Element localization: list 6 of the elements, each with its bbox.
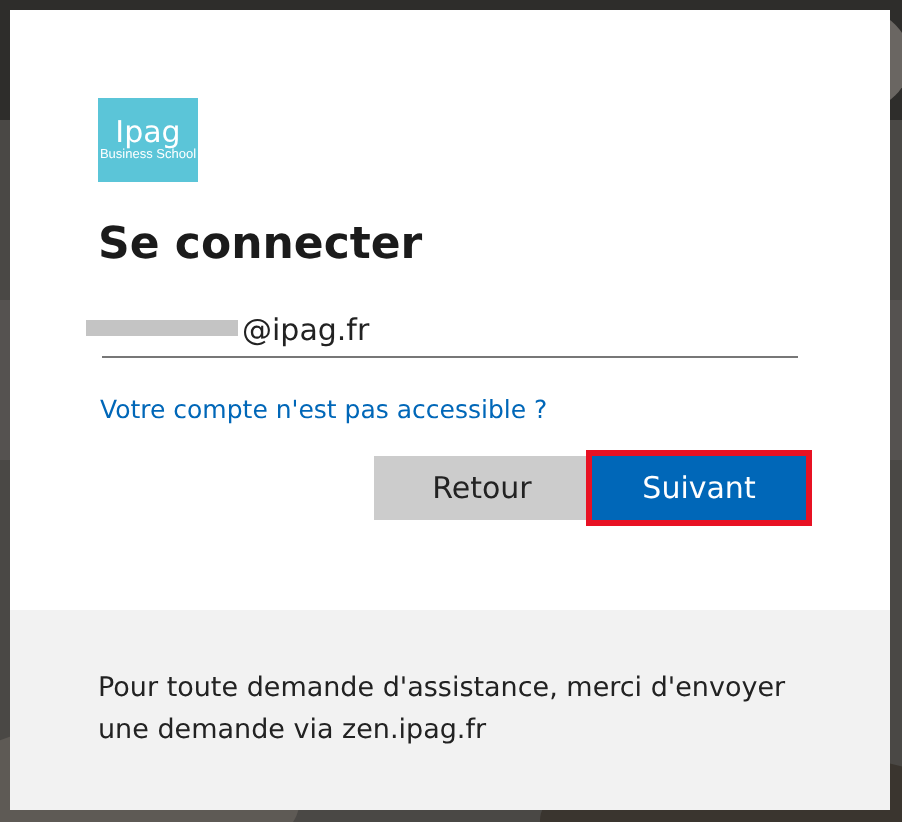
next-button[interactable]: Suivant bbox=[592, 456, 806, 520]
account-help-link[interactable]: Votre compte n'est pas accessible ? bbox=[100, 394, 548, 424]
logo-name: Ipag bbox=[115, 117, 181, 147]
back-button[interactable]: Retour bbox=[374, 456, 590, 520]
page-title: Se connecter bbox=[98, 218, 425, 274]
support-text: Pour toute demande d'assistance, merci d'envoyer une demande via zen.ipag.fr bbox=[98, 670, 788, 750]
